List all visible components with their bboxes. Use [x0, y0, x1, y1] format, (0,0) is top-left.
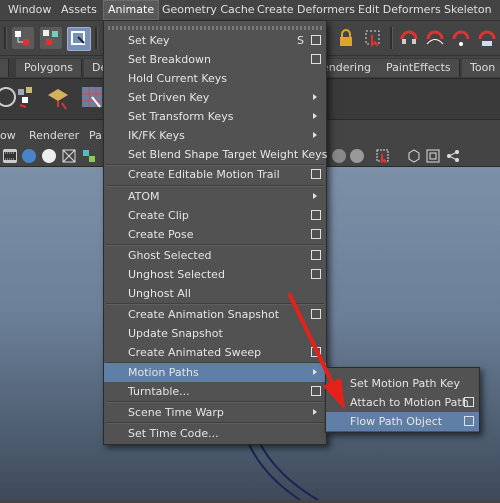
panel-menu-panels[interactable]: Pa: [89, 126, 102, 145]
share-icon[interactable]: [446, 149, 460, 163]
snap-to-curve-icon[interactable]: [424, 27, 446, 49]
panel-menu-show[interactable]: ow: [0, 126, 16, 145]
menu-item-set-breakdown[interactable]: Set Breakdown: [104, 50, 326, 69]
isolate-select-icon[interactable]: [376, 149, 390, 165]
wrap-deformer-icon[interactable]: [78, 83, 106, 111]
shadows-icon[interactable]: [350, 149, 364, 163]
smooth-shade-icon[interactable]: [22, 149, 36, 163]
select-by-hierarchy-icon[interactable]: [12, 27, 34, 49]
option-box[interactable]: [311, 269, 321, 279]
submenu-arrow-icon: [313, 409, 317, 415]
tab-toon[interactable]: Toon: [462, 59, 500, 77]
highlight-selection-icon[interactable]: [362, 27, 384, 49]
menu-item-set-blend-shape-keys[interactable]: Set Blend Shape Target Weight Keys: [104, 145, 327, 164]
shortcut-label: S: [297, 34, 304, 47]
grid-icon[interactable]: [426, 149, 440, 163]
option-box[interactable]: [311, 229, 321, 239]
menu-geometry-cache[interactable]: Geometry Cache: [158, 0, 259, 20]
option-box[interactable]: [311, 35, 321, 45]
snap-to-view-plane-icon[interactable]: [476, 27, 498, 49]
option-box[interactable]: [311, 347, 321, 357]
animate-menu: Set Key S Set Breakdown Hold Current Key…: [103, 20, 327, 445]
submenu-arrow-icon: [313, 113, 317, 119]
submenu-arrow-icon: [313, 94, 317, 100]
submenu-arrow-icon: [313, 369, 317, 375]
option-box[interactable]: [311, 54, 321, 64]
menu-create-deformers[interactable]: Create Deformers: [253, 0, 359, 20]
option-box[interactable]: [311, 386, 321, 396]
flat-shade-icon[interactable]: [42, 149, 56, 163]
panel-menu-renderer[interactable]: Renderer: [29, 126, 79, 145]
lattice-deformer-icon[interactable]: [44, 83, 72, 111]
menu-item-hold-current-keys[interactable]: Hold Current Keys: [104, 69, 326, 88]
submenu-arrow-icon: [313, 132, 317, 138]
menu-item-create-editable-motion-trail[interactable]: Create Editable Motion Trail: [104, 165, 326, 184]
menu-item-update-snapshot[interactable]: Update Snapshot: [104, 324, 326, 343]
cluster-deformer-icon[interactable]: [12, 83, 40, 111]
menu-item-set-driven-key[interactable]: Set Driven Key: [104, 88, 326, 107]
submenu-arrow-icon: [313, 193, 317, 199]
menu-item-create-clip[interactable]: Create Clip: [104, 206, 326, 225]
menu-item-set-key[interactable]: Set Key S: [104, 31, 326, 50]
option-box[interactable]: [464, 416, 474, 426]
xray-icon[interactable]: [407, 149, 421, 163]
option-box[interactable]: [311, 309, 321, 319]
option-box[interactable]: [464, 397, 474, 407]
snap-to-point-icon[interactable]: [450, 27, 472, 49]
menu-bar: Window Assets Animate Geometry Cache Cre…: [0, 0, 500, 21]
menu-skeleton[interactable]: Skeleton: [440, 0, 496, 20]
menu-edit-deformers[interactable]: Edit Deformers: [354, 0, 445, 20]
lock-icon[interactable]: [335, 27, 357, 49]
texture-icon[interactable]: [82, 149, 96, 163]
menu-assets[interactable]: Assets: [57, 0, 101, 20]
menu-item-set-transform-keys[interactable]: Set Transform Keys: [104, 107, 326, 126]
menu-item-scene-time-warp[interactable]: Scene Time Warp: [104, 403, 326, 422]
film-gate-icon[interactable]: [3, 149, 17, 163]
menu-item-create-animation-snapshot[interactable]: Create Animation Snapshot: [104, 305, 326, 324]
menu-item-attach-to-motion-path[interactable]: Attach to Motion Path: [326, 393, 479, 412]
menu-item-ghost-selected[interactable]: Ghost Selected: [104, 246, 326, 265]
menu-item-create-animated-sweep[interactable]: Create Animated Sweep: [104, 343, 326, 362]
option-box[interactable]: [311, 169, 321, 179]
toolbar-separator: [4, 27, 7, 49]
menu-window[interactable]: Window: [4, 0, 55, 20]
menu-item-unghost-all[interactable]: Unghost All: [104, 284, 326, 303]
tab-polygons[interactable]: Polygons: [16, 59, 82, 77]
default-lighting-icon[interactable]: [332, 149, 346, 163]
menu-item-set-motion-path-key[interactable]: Set Motion Path Key: [326, 374, 479, 393]
snap-to-grid-icon[interactable]: [398, 27, 420, 49]
menu-item-motion-paths[interactable]: Motion Paths: [104, 363, 326, 382]
option-box[interactable]: [311, 250, 321, 260]
motion-paths-submenu: Set Motion Path Key Attach to Motion Pat…: [325, 367, 480, 433]
menu-item-atom[interactable]: ATOM: [104, 187, 326, 206]
select-by-object-icon[interactable]: [40, 27, 62, 49]
menu-item-flow-path-object[interactable]: Flow Path Object: [326, 412, 479, 431]
tab-painteffects[interactable]: PaintEffects: [378, 59, 460, 77]
toolbar-separator: [390, 27, 393, 49]
menu-item-unghost-selected[interactable]: Unghost Selected: [104, 265, 326, 284]
option-box[interactable]: [311, 210, 321, 220]
tear-off-handle[interactable]: [108, 26, 322, 30]
wireframe-icon[interactable]: [62, 149, 76, 163]
menu-item-set-time-code[interactable]: Set Time Code...: [104, 424, 326, 443]
menu-item-create-pose[interactable]: Create Pose: [104, 225, 326, 244]
menu-item-ikfk-keys[interactable]: IK/FK Keys: [104, 126, 326, 145]
toolbar-separator: [95, 27, 98, 49]
menu-animate[interactable]: Animate: [103, 0, 160, 20]
select-by-component-icon[interactable]: [67, 27, 91, 51]
tab-curves[interactable]: [0, 59, 9, 77]
menu-item-turntable[interactable]: Turntable...: [104, 382, 326, 401]
